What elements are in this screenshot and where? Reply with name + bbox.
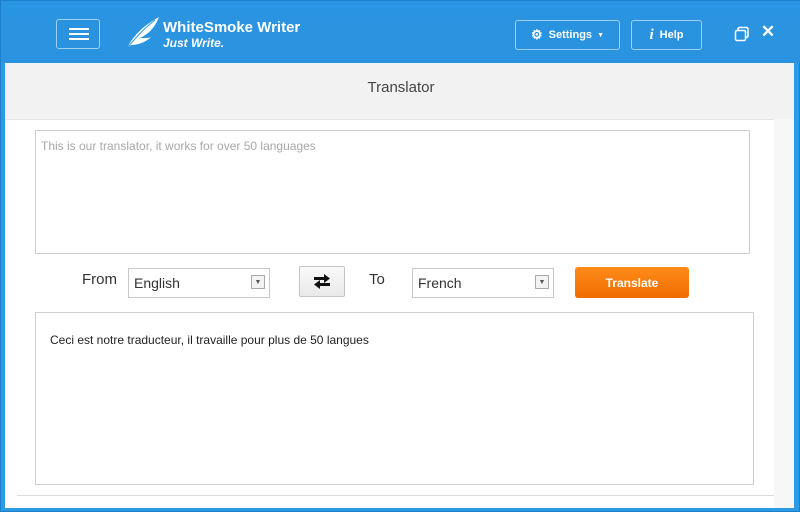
swap-languages-button[interactable]: [299, 266, 345, 297]
side-strip: [774, 119, 794, 508]
translate-button[interactable]: Translate: [575, 267, 689, 298]
main-content: Translator From English ▼ To French ▼ Tr…: [5, 63, 794, 508]
restore-window-icon[interactable]: [734, 26, 750, 42]
help-label: Help: [659, 29, 684, 41]
menu-button[interactable]: [56, 19, 100, 49]
to-language-select[interactable]: French ▼: [412, 268, 554, 298]
gear-icon: ⚙: [531, 27, 543, 42]
help-button[interactable]: i Help: [631, 20, 702, 50]
translation-output[interactable]: Ceci est notre traducteur, il travaille …: [35, 312, 754, 485]
translation-output-text: Ceci est notre traducteur, il travaille …: [50, 333, 369, 347]
app-title: WhiteSmoke Writer: [163, 19, 301, 36]
close-icon[interactable]: ✕: [758, 21, 778, 43]
caret-down-icon: ▼: [597, 31, 604, 39]
info-icon: i: [649, 26, 654, 43]
chevron-down-icon[interactable]: ▼: [535, 275, 549, 289]
source-text-input[interactable]: [35, 130, 750, 254]
chevron-down-icon[interactable]: ▼: [251, 275, 265, 289]
from-label: From: [82, 271, 117, 288]
app-window: WhiteSmoke Writer Just Write. ⚙ Settings…: [0, 0, 800, 512]
swap-arrows-icon: [314, 274, 330, 289]
divider: [17, 495, 774, 496]
settings-label: Settings: [548, 29, 593, 41]
from-language-value: English: [134, 275, 180, 291]
hamburger-icon-line: [69, 38, 89, 40]
to-language-value: French: [418, 275, 462, 291]
settings-button[interactable]: ⚙ Settings ▼: [515, 20, 620, 50]
to-label: To: [369, 271, 385, 288]
hamburger-icon-line: [69, 33, 89, 35]
title-bar: WhiteSmoke Writer Just Write. ⚙ Settings…: [1, 1, 800, 63]
hamburger-icon: [69, 28, 89, 30]
app-tagline: Just Write.: [163, 36, 225, 50]
quill-feather-icon: [126, 17, 159, 49]
from-language-select[interactable]: English ▼: [128, 268, 270, 298]
page-title: Translator: [367, 79, 435, 96]
